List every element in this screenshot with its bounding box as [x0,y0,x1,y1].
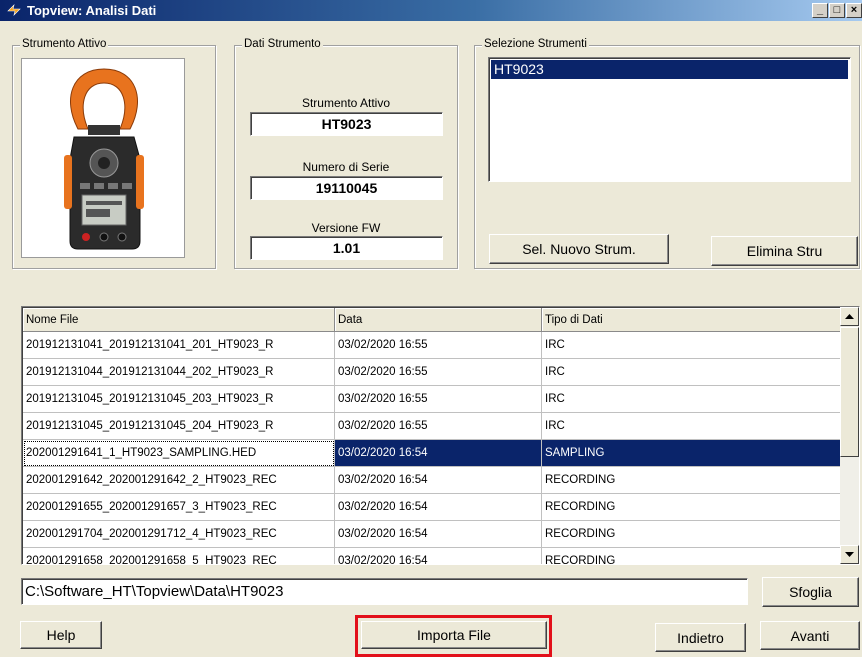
column-header-nome-file[interactable]: Nome File [23,308,335,332]
avanti-button[interactable]: Avanti [760,621,860,650]
selezione-strumenti-group: Selezione Strumenti HT9023 Sel. Nuovo St… [474,38,860,269]
dati-strumento-label: Dati Strumento [242,38,323,50]
numero-serie-value: 19110045 [250,176,443,200]
cell-tipo-dati: IRC [542,413,841,440]
cell-nome-file: 202001291655_202001291657_3_HT9023_REC [23,494,335,521]
file-list-table[interactable]: Nome File Data Tipo di Dati 201912131041… [21,306,860,565]
dati-strumento-group: Dati Strumento Strumento Attivo HT9023 N… [234,38,458,269]
table-body: 201912131041_201912131041_201_HT9023_R 03… [23,332,841,564]
cell-data: 03/02/2020 16:54 [335,467,542,494]
cell-tipo-dati: RECORDING [542,521,841,548]
cell-data: 03/02/2020 16:54 [335,521,542,548]
cell-nome-file: 201912131044_201912131044_202_HT9023_R [23,359,335,386]
cell-data: 03/02/2020 16:55 [335,359,542,386]
instrument-listbox[interactable]: HT9023 [488,57,851,182]
strumento-attivo-value: HT9023 [250,112,443,136]
help-button[interactable]: Help [20,621,102,649]
cell-nome-file: 201912131041_201912131041_201_HT9023_R [23,332,335,359]
cell-tipo-dati: IRC [542,359,841,386]
cell-data: 03/02/2020 16:55 [335,332,542,359]
strumento-attivo-group: Strumento Attivo [12,38,216,269]
table-row[interactable]: 201912131045_201912131045_203_HT9023_R 03… [23,386,841,413]
table-row[interactable]: 202001291704_202001291712_4_HT9023_REC 03… [23,521,841,548]
cell-nome-file: 202001291642_202001291642_2_HT9023_REC [23,467,335,494]
table-row[interactable]: 202001291641_1_HT9023_SAMPLING.HED 03/02/… [23,440,841,467]
table-row[interactable]: 201912131044_201912131044_202_HT9023_R 03… [23,359,841,386]
versione-fw-value: 1.01 [250,236,443,260]
cell-nome-file: 202001291704_202001291712_4_HT9023_REC [23,521,335,548]
cell-nome-file: 201912131045_201912131045_203_HT9023_R [23,386,335,413]
minimize-icon: _ [816,4,824,16]
scroll-down-button[interactable] [840,545,859,564]
strumento-attivo-label: Strumento Attivo [20,38,109,50]
maximize-button[interactable]: □ [829,3,845,18]
cell-tipo-dati: RECORDING [542,467,841,494]
cell-tipo-dati: IRC [542,332,841,359]
cell-tipo-dati: IRC [542,386,841,413]
close-icon: × [850,4,858,16]
table-row[interactable]: 202001291655_202001291657_3_HT9023_REC 03… [23,494,841,521]
window-title: Topview: Analisi Dati [27,3,157,18]
clamp-meter-icon [64,68,144,250]
elimina-strumento-button[interactable]: Elimina Stru [711,236,858,266]
selezione-strumenti-label: Selezione Strumenti [482,38,589,50]
cell-data: 03/02/2020 16:55 [335,413,542,440]
importa-highlight-annotation [355,615,552,657]
column-header-tipo-dati[interactable]: Tipo di Dati [542,308,841,332]
title-bar[interactable]: Topview: Analisi Dati _ □ × [0,0,862,21]
cell-nome-file: 201912131045_201912131045_204_HT9023_R [23,413,335,440]
maximize-icon: □ [833,4,841,16]
arrow-down-icon [845,552,854,557]
arrow-up-icon [845,314,854,319]
cell-data: 03/02/2020 16:55 [335,386,542,413]
scroll-up-button[interactable] [840,307,859,326]
sel-nuovo-strum-button[interactable]: Sel. Nuovo Strum. [489,234,669,264]
table-row[interactable]: 202001291658_202001291658_5_HT9023_REC 03… [23,548,841,564]
instrument-list-item[interactable]: HT9023 [491,60,848,79]
column-header-data[interactable]: Data [335,308,542,332]
table-row[interactable]: 201912131041_201912131041_201_HT9023_R 03… [23,332,841,359]
versione-fw-label: Versione FW [311,221,381,235]
table-scrollbar[interactable] [840,307,859,564]
cell-tipo-dati: RECORDING [542,494,841,521]
cell-data: 03/02/2020 16:54 [335,440,542,467]
table-header: Nome File Data Tipo di Dati [23,308,841,332]
data-path-input[interactable] [21,578,748,605]
cell-tipo-dati: SAMPLING [542,440,841,467]
indietro-button[interactable]: Indietro [655,623,746,652]
minimize-button[interactable]: _ [812,3,828,18]
table-row[interactable]: 202001291642_202001291642_2_HT9023_REC 03… [23,467,841,494]
topview-app-icon [7,4,21,16]
close-button[interactable]: × [846,3,862,18]
scroll-thumb[interactable] [840,327,859,457]
app-window: Topview: Analisi Dati _ □ × Strumento At… [0,0,862,657]
table-row[interactable]: 201912131045_201912131045_204_HT9023_R 03… [23,413,841,440]
numero-serie-label: Numero di Serie [302,160,390,174]
sfoglia-button[interactable]: Sfoglia [762,577,859,607]
strumento-attivo-field-label: Strumento Attivo [301,96,391,110]
cell-nome-file: 202001291641_1_HT9023_SAMPLING.HED [23,440,335,467]
cell-data: 03/02/2020 16:54 [335,548,542,564]
cell-tipo-dati: RECORDING [542,548,841,564]
cell-data: 03/02/2020 16:54 [335,494,542,521]
cell-nome-file: 202001291658_202001291658_5_HT9023_REC [23,548,335,564]
instrument-image [21,58,185,258]
